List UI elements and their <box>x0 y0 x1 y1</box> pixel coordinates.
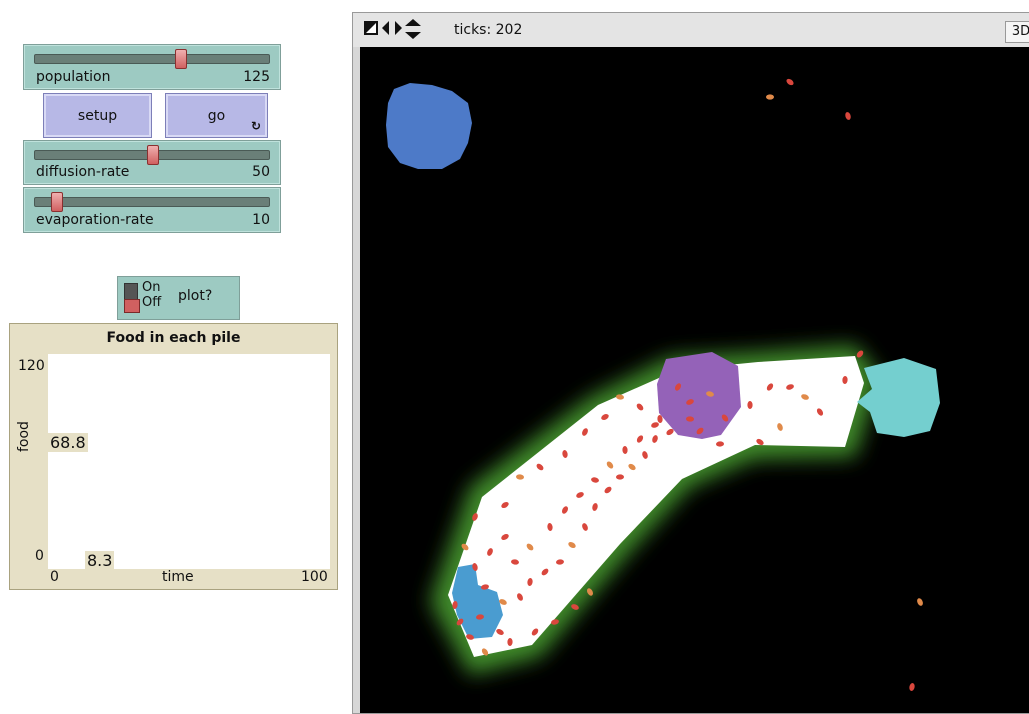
zoom-square-icon[interactable] <box>364 21 378 35</box>
slider-track[interactable] <box>34 54 270 64</box>
switch-label: plot? <box>178 288 213 304</box>
go-button[interactable]: go ↻ <box>165 93 268 138</box>
world-view: ticks: 202 3D <box>352 12 1029 714</box>
ant <box>909 683 915 691</box>
slider-value: 50 <box>252 164 270 180</box>
evaporation-rate-slider[interactable]: evaporation-rate 10 <box>23 187 281 233</box>
ticks-label: ticks: 202 <box>454 22 523 38</box>
slider-label: evaporation-rate <box>36 212 154 228</box>
switch-off-label: Off <box>142 295 162 310</box>
plot-xlabel: time <box>162 569 194 585</box>
slider-thumb[interactable] <box>175 49 187 69</box>
ant <box>917 598 923 606</box>
slider-thumb[interactable] <box>51 192 63 212</box>
forever-icon: ↻ <box>250 119 261 133</box>
food-pile-blue <box>386 83 472 169</box>
plot-title: Food in each pile <box>106 330 241 346</box>
plot-area <box>48 354 330 569</box>
switch-on-label: On <box>142 280 161 295</box>
slider-value: 10 <box>252 212 270 228</box>
diffusion-rate-slider[interactable]: diffusion-rate 50 <box>23 140 281 185</box>
plot-value-b: 8.3 <box>85 551 115 570</box>
plot-switch[interactable]: On Off plot? <box>117 276 240 320</box>
ant <box>766 94 774 100</box>
ant <box>786 78 794 86</box>
world-svg <box>386 78 940 691</box>
go-label: go <box>207 107 226 124</box>
3d-label: 3D <box>1011 24 1029 39</box>
food-plot: Food in each pile 120 0 0 100 time food … <box>9 323 338 590</box>
view-toolbar: ticks: 202 3D <box>353 13 1029 47</box>
setup-label: setup <box>77 107 118 124</box>
setup-button[interactable]: setup <box>43 93 152 138</box>
horizontal-resize-icon[interactable] <box>382 21 402 35</box>
slider-label: diffusion-rate <box>36 164 130 180</box>
switch-toggle[interactable] <box>124 283 140 313</box>
plot-ymax: 120 <box>18 358 45 374</box>
switch-knob[interactable] <box>124 299 140 313</box>
slider-thumb[interactable] <box>147 145 159 165</box>
food-pile-cyan <box>857 358 940 437</box>
ant <box>845 112 851 120</box>
3d-button[interactable]: 3D <box>1005 21 1029 43</box>
slider-value: 125 <box>243 69 270 85</box>
plot-ylabel: food <box>16 421 32 452</box>
plot-value-a: 68.8 <box>48 433 88 452</box>
plot-xmin: 0 <box>50 569 59 585</box>
slider-label: population <box>36 69 111 85</box>
plot-xmax: 100 <box>301 569 328 585</box>
plot-ymin: 0 <box>35 548 44 564</box>
slider-track[interactable] <box>34 197 270 207</box>
vertical-resize-icon[interactable] <box>405 19 421 39</box>
population-slider[interactable]: population 125 <box>23 44 281 90</box>
view-canvas[interactable] <box>360 47 1029 713</box>
